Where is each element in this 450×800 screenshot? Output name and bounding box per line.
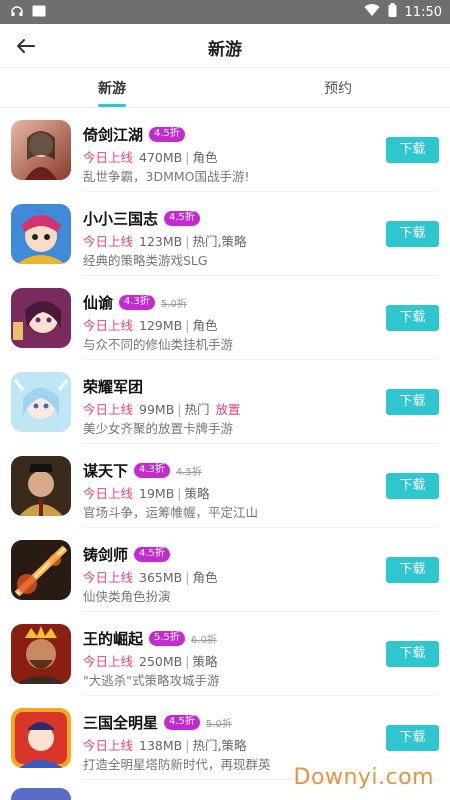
watermark: Downyi.com (293, 765, 434, 790)
game-icon (11, 624, 71, 684)
notification-icon (32, 5, 46, 21)
tab-indicator (98, 104, 126, 107)
game-category: 角色 (192, 150, 218, 165)
app-header: 新游 (0, 24, 450, 68)
game-description: "大逃杀"式策略攻城手游 (83, 673, 220, 688)
list-item[interactable]: 铸剑师 4.5折 今日上线 365MB | 角色 仙侠类角色扮演 下载 (0, 528, 450, 612)
game-name: 三国全明星 (83, 714, 159, 732)
game-meta: 今日上线 470MB | 角色 (83, 150, 218, 165)
game-category: 策略 (192, 654, 218, 669)
download-button[interactable]: 下载 (386, 557, 439, 583)
discount-badge: 4.3折 (119, 295, 155, 310)
file-size: 123MB (139, 234, 183, 249)
download-button[interactable]: 下载 (386, 221, 439, 247)
online-status: 今日上线 (83, 570, 134, 585)
list-item[interactable]: 王的崛起 5.5折 6.0折 今日上线 250MB | 策略 "大逃杀"式策略攻城手游… (0, 612, 450, 696)
game-name: 小小三国志 (83, 210, 159, 228)
original-discount: 6.0折 (190, 635, 217, 646)
game-meta: 今日上线 365MB | 角色 (83, 570, 218, 585)
game-list: 倚剑江湖 4.5折 今日上线 470MB | 角色 乱世争霸，3DMMO国战手游! 下… (0, 108, 450, 800)
discount-badge: 4.5折 (149, 127, 185, 142)
online-status: 今日上线 (83, 654, 134, 669)
battery-icon (388, 3, 397, 21)
game-icon (11, 788, 71, 800)
game-description: 美少女齐聚的放置卡牌手游 (83, 421, 234, 436)
game-name: 王的崛起 (83, 630, 144, 648)
game-description: 经典的策略类游戏SLG (83, 253, 208, 268)
original-discount: 5.0折 (205, 719, 232, 730)
game-meta: 今日上线 129MB | 角色 (83, 318, 218, 333)
game-name: 仙谕 (83, 294, 114, 312)
discount-badge: 4.5折 (164, 211, 200, 226)
game-icon (11, 540, 71, 600)
download-button[interactable]: 下载 (386, 137, 439, 163)
game-category: 热门,策略 (192, 234, 247, 249)
game-category: 角色 (192, 570, 218, 585)
game-description: 乱世争霸，3DMMO国战手游! (83, 169, 250, 184)
discount-badge: 4.5折 (164, 715, 200, 730)
status-bar: 11:50 (0, 0, 450, 24)
game-meta: 今日上线 123MB | 热门,策略 (83, 234, 247, 249)
game-icon (11, 204, 71, 264)
game-meta: 今日上线 19MB | 策略 (83, 486, 210, 501)
game-description: 与众不同的修仙类挂机手游 (83, 337, 234, 352)
game-category: 策略 (184, 486, 210, 501)
tab-new-games[interactable]: 新游 (62, 78, 162, 98)
file-size: 250MB (139, 654, 183, 669)
file-size: 138MB (139, 738, 183, 753)
status-time: 11:50 (404, 4, 442, 20)
game-name: 荣耀军团 (83, 378, 144, 396)
game-category: 热门,策略 (192, 738, 247, 753)
discount-badge: 5.5折 (149, 631, 185, 646)
game-meta: 今日上线 250MB | 策略 (83, 654, 218, 669)
game-icon (11, 120, 71, 180)
online-status: 今日上线 (83, 486, 134, 501)
file-size: 470MB (139, 150, 183, 165)
download-button[interactable]: 下载 (386, 473, 439, 499)
online-status: 今日上线 (83, 402, 134, 417)
discount-badge: 4.5折 (134, 547, 170, 562)
game-name: 铸剑师 (83, 546, 129, 564)
original-discount: 4.5折 (175, 467, 202, 478)
list-item[interactable]: 倚剑江湖 4.5折 今日上线 470MB | 角色 乱世争霸，3DMMO国战手游! 下… (0, 108, 450, 192)
online-status: 今日上线 (83, 738, 134, 753)
game-description: 官场斗争，运筹帷幄，平定江山 (83, 505, 259, 520)
online-status: 今日上线 (83, 150, 134, 165)
tab-bar: 新游 预约 (0, 68, 450, 108)
download-button[interactable]: 下载 (386, 641, 439, 667)
download-button[interactable]: 下载 (386, 389, 439, 415)
download-button[interactable]: 下载 (386, 305, 439, 331)
list-item[interactable]: 小小三国志 4.5折 今日上线 123MB | 热门,策略 经典的策略类游戏SLG 下… (0, 192, 450, 276)
download-button[interactable]: 下载 (386, 725, 439, 751)
game-description: 仙侠类角色扮演 (83, 589, 171, 604)
online-status: 今日上线 (83, 234, 134, 249)
online-status: 今日上线 (83, 318, 134, 333)
tab-reservation[interactable]: 预约 (288, 78, 388, 98)
game-meta: 今日上线 138MB | 热门,策略 (83, 738, 247, 753)
game-category: 热门 (184, 402, 210, 417)
game-category: 角色 (192, 318, 218, 333)
game-name: 谋天下 (83, 462, 129, 480)
file-size: 365MB (139, 570, 183, 585)
file-size: 129MB (139, 318, 183, 333)
headset-icon (10, 4, 24, 22)
game-icon (11, 372, 71, 432)
list-item[interactable]: 荣耀军团 今日上线 99MB | 热门 放置 美少女齐聚的放置卡牌手游 下载 (0, 360, 450, 444)
game-icon (11, 456, 71, 516)
game-description: 打造全明星塔防新时代，再现群英 (83, 757, 271, 772)
file-size: 19MB (139, 486, 175, 501)
page-title: 新游 (208, 40, 242, 60)
list-item[interactable]: 仙谕 4.3折 5.0折 今日上线 129MB | 角色 与众不同的修仙类挂机手游 下… (0, 276, 450, 360)
game-meta: 今日上线 99MB | 热门 放置 (83, 402, 241, 417)
game-name: 倚剑江湖 (83, 126, 144, 144)
game-icon (11, 288, 71, 348)
game-icon (11, 708, 71, 768)
list-item[interactable]: 谋天下 4.3折 4.5折 今日上线 19MB | 策略 官场斗争，运筹帷幄，平定江山… (0, 444, 450, 528)
game-tag: 放置 (215, 402, 241, 417)
file-size: 99MB (139, 402, 175, 417)
original-discount: 5.0折 (160, 299, 187, 310)
wifi-icon (364, 3, 380, 21)
discount-badge: 4.3折 (134, 463, 170, 478)
